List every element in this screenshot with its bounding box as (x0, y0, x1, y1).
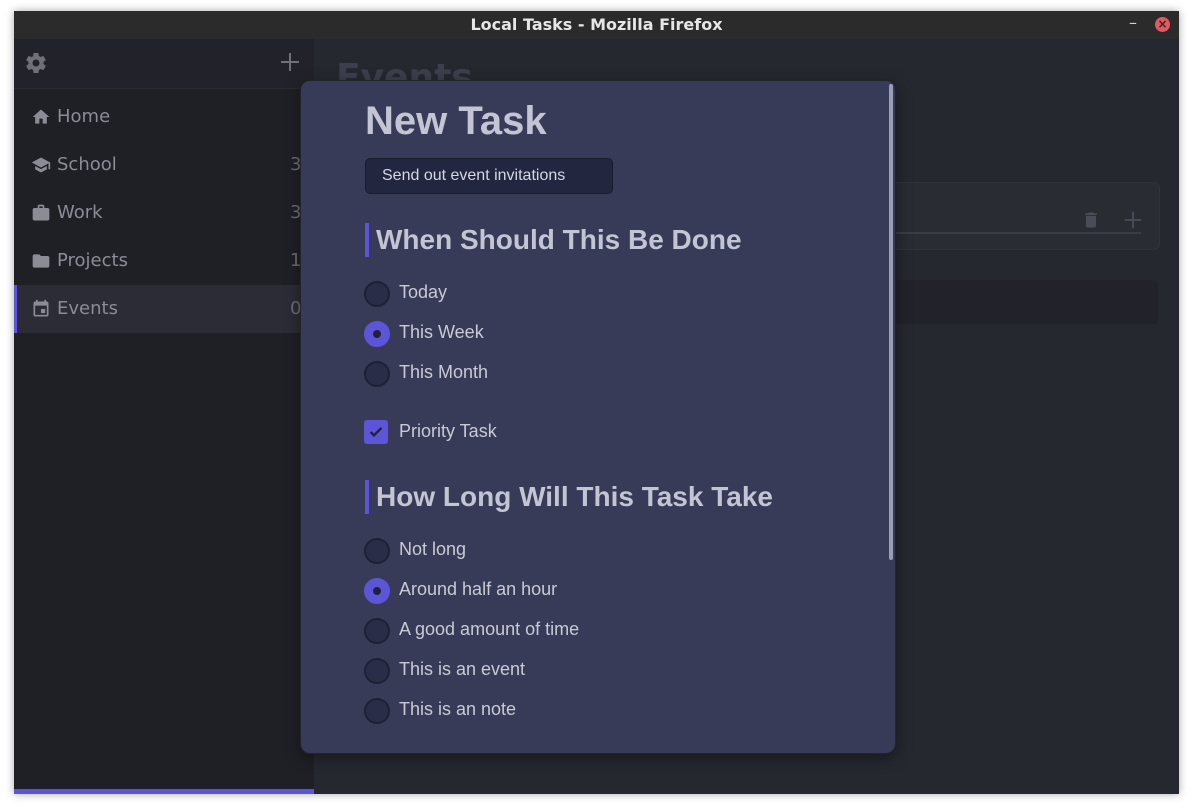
checkbox-checked[interactable] (364, 420, 388, 444)
add-task-icon[interactable] (1122, 209, 1144, 231)
home-icon (32, 109, 50, 124)
radio-button[interactable] (364, 698, 390, 724)
radio-label: This Week (399, 322, 484, 342)
when-section-title: When Should This Be Done (365, 223, 742, 257)
duration-section-title: How Long Will This Task Take (365, 480, 773, 514)
task-list-card (874, 182, 1160, 250)
sidebar-header (14, 39, 314, 89)
radio-label: This Month (399, 362, 489, 382)
sidebar-item-school[interactable]: School 3 (14, 141, 314, 189)
radio-label: This is an event (399, 659, 526, 679)
radio-label: This is an note (399, 699, 517, 719)
modal-heading: New Task (365, 99, 547, 143)
sidebar-item-label: Work (57, 202, 103, 223)
window-titlebar: Local Tasks - Mozilla Firefox – × (14, 11, 1179, 39)
radio-button[interactable] (364, 658, 390, 684)
sidebar-item-home[interactable]: Home (14, 93, 314, 141)
radio-label: Around half an hour (399, 579, 558, 599)
new-task-modal: New Task When Should This Be Done Today … (300, 80, 896, 754)
gear-icon[interactable] (24, 51, 48, 75)
calendar-icon (33, 299, 49, 317)
radio-label: Not long (399, 539, 467, 559)
checkbox-label: Priority Task (399, 421, 497, 441)
graduation-cap-icon (31, 157, 51, 173)
modal-scrollbar[interactable] (889, 84, 893, 560)
sidebar-item-projects[interactable]: Projects 1 (14, 237, 314, 285)
sidebar-item-work[interactable]: Work 3 (14, 189, 314, 237)
sidebar-item-label: Events (57, 298, 118, 319)
radio-button[interactable] (364, 618, 390, 644)
sidebar: Home School 3 Work 3 Projects 1 Events 0 (14, 39, 314, 794)
close-button[interactable]: × (1155, 17, 1170, 32)
radio-label: A good amount of time (399, 619, 580, 639)
radio-button[interactable] (364, 361, 390, 387)
sidebar-item-events[interactable]: Events 0 (14, 285, 314, 333)
radio-button-checked[interactable] (364, 321, 390, 347)
browser-window: Local Tasks - Mozilla Firefox – × Home S… (14, 11, 1179, 794)
task-name-input[interactable] (365, 158, 613, 194)
task-row[interactable] (892, 280, 1158, 324)
card-divider (895, 232, 1141, 234)
sidebar-item-label: Projects (57, 250, 128, 271)
folder-icon (32, 254, 50, 268)
radio-label: Today (399, 282, 448, 302)
sidebar-item-label: Home (57, 106, 111, 127)
add-category-icon[interactable] (278, 50, 302, 74)
radio-button[interactable] (364, 281, 390, 307)
radio-button[interactable] (364, 538, 390, 564)
sidebar-accent-bar (14, 789, 314, 794)
trash-icon[interactable] (1081, 209, 1101, 231)
sidebar-item-label: School (57, 154, 117, 175)
window-title: Local Tasks - Mozilla Firefox (470, 15, 723, 34)
radio-button-checked[interactable] (364, 578, 390, 604)
minimize-button[interactable]: – (1129, 13, 1137, 32)
briefcase-icon (32, 204, 50, 221)
checkmark-icon (369, 427, 383, 437)
